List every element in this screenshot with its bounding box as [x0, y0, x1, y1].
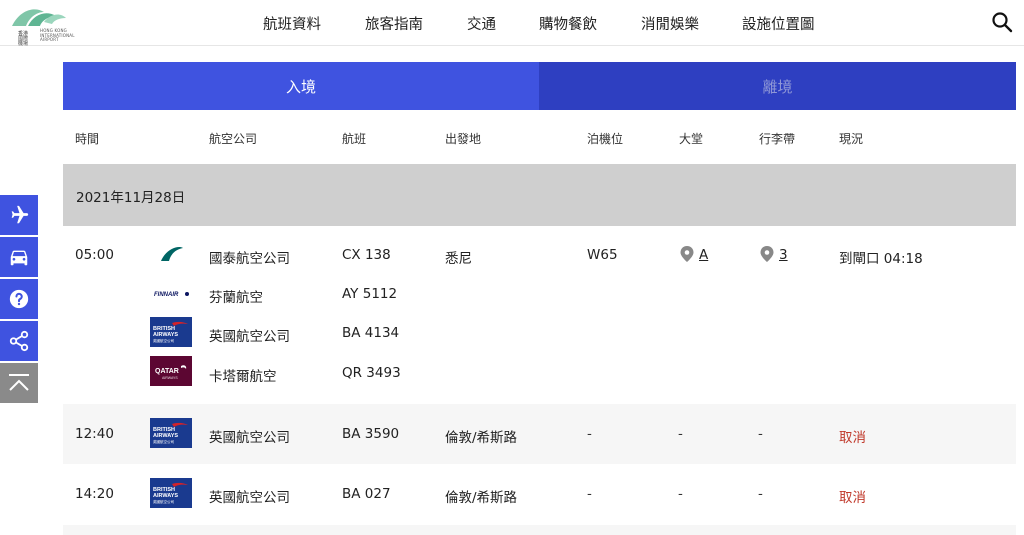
col-header-airline: 航空公司 [209, 132, 258, 146]
british-airways-logo: BRITISH AIRWAYS 英國航空公司 [150, 418, 192, 448]
origin-city: 悉尼 [445, 251, 472, 267]
col-header-belt: 行李帶 [759, 132, 796, 146]
qatar-logo-text-1: QATAR [155, 368, 179, 375]
ba-logo-text-3: 英國航空公司 [153, 338, 174, 343]
origin-city: 倫敦/希斯路 [445, 430, 518, 446]
finnair-logo-text: FINNAIR [154, 292, 179, 298]
flight-status: 取消 [839, 490, 866, 506]
nav-shop-dine[interactable]: 購物餐飲 [539, 13, 597, 34]
ba-logo-text-2: AIRWAYS [153, 493, 178, 499]
flight-time: 12:40 [75, 426, 114, 442]
flight-row[interactable]: 12:40 BRITISH AIRWAYS 英國航空公司 英國航空公司 BA 3… [63, 404, 1016, 464]
flight-status: 到閘口 04:18 [839, 251, 923, 267]
flight-row[interactable]: 14:20 BRITISH AIRWAYS 英國航空公司 英國航空公司 BA 0… [63, 464, 1016, 525]
airline-name: 英國航空公司 [209, 490, 290, 506]
side-toolbar [0, 195, 38, 405]
flight-row[interactable]: 05:00 國泰航空公司 CX 138 FINNAIR 芬蘭航空 AY 5112… [63, 226, 1016, 404]
col-header-origin: 出發地 [445, 132, 482, 146]
tab-departure[interactable]: 離境 [539, 62, 1016, 110]
ba-logo-text-3: 英國航空公司 [153, 439, 174, 444]
back-to-top-icon[interactable] [0, 363, 38, 403]
nav-facility-map[interactable]: 設施位置圖 [742, 13, 815, 34]
arrival-hall-link[interactable]: A [699, 247, 708, 263]
col-header-time: 時間 [75, 132, 100, 146]
plane-icon[interactable] [0, 195, 38, 235]
flight-number[interactable]: CX 138 [342, 247, 391, 263]
nav-passenger-guide[interactable]: 旅客指南 [365, 13, 423, 34]
map-pin-icon[interactable] [760, 246, 774, 262]
main-nav: 航班資料 旅客指南 交通 購物餐飲 消閒娛樂 設施位置圖 [0, 0, 1024, 46]
flight-number[interactable]: BA 027 [342, 486, 391, 502]
origin-city: 倫敦/希斯路 [445, 490, 518, 506]
finnair-logo: FINNAIR [150, 278, 192, 308]
british-airways-logo: BRITISH AIRWAYS 英國航空公司 [150, 317, 192, 347]
baggage-belt: - [758, 426, 763, 442]
site-header: 香港國際機場 HONG KONG INTERNATIONAL AIRPORT 航… [0, 0, 1024, 47]
col-header-flight: 航班 [342, 132, 367, 146]
flight-time: 14:20 [75, 486, 114, 502]
tab-arrival[interactable]: 入境 [63, 62, 539, 110]
ba-logo-text-3: 英國航空公司 [153, 499, 174, 504]
arrival-departure-tabs: 入境 離境 [63, 62, 1016, 110]
flight-number[interactable]: AY 5112 [342, 286, 397, 302]
flight-date: 2021年11月28日 [76, 190, 186, 206]
parking-stand: - [587, 486, 592, 502]
baggage-belt-link[interactable]: 3 [779, 247, 788, 263]
british-airways-logo: BRITISH AIRWAYS 英國航空公司 [150, 478, 192, 508]
airline-name: 國泰航空公司 [209, 251, 290, 267]
baggage-belt: - [758, 486, 763, 502]
share-icon[interactable] [0, 321, 38, 361]
airline-name: 英國航空公司 [209, 329, 290, 345]
nav-flight-info[interactable]: 航班資料 [263, 13, 321, 34]
col-header-hall: 大堂 [679, 132, 704, 146]
next-row-edge [63, 525, 1016, 535]
qatar-logo-text-2: AIRWAYS [162, 376, 178, 380]
flight-time: 05:00 [75, 247, 114, 263]
nav-transport[interactable]: 交通 [467, 13, 496, 34]
ba-logo-text-2: AIRWAYS [153, 332, 178, 338]
map-pin-icon[interactable] [680, 246, 694, 262]
parking-stand: W65 [587, 247, 618, 263]
parking-stand: - [587, 426, 592, 442]
ba-logo-text-2: AIRWAYS [153, 433, 178, 439]
qatar-logo: QATAR AIRWAYS [150, 356, 192, 386]
help-icon[interactable] [0, 279, 38, 319]
col-header-status: 現況 [839, 132, 864, 146]
airline-name: 芬蘭航空 [209, 290, 263, 306]
airline-name: 卡塔爾航空 [209, 369, 277, 385]
flight-status: 取消 [839, 430, 866, 446]
col-header-stand: 泊機位 [587, 132, 624, 146]
taxi-icon[interactable] [0, 237, 38, 277]
search-icon[interactable] [991, 11, 1013, 33]
flight-number[interactable]: QR 3493 [342, 365, 401, 381]
date-band: 2021年11月28日 [63, 164, 1016, 226]
arrival-hall: - [678, 486, 683, 502]
airline-name: 英國航空公司 [209, 430, 290, 446]
nav-leisure[interactable]: 消閒娛樂 [641, 13, 699, 34]
flight-number[interactable]: BA 4134 [342, 325, 399, 341]
flight-number[interactable]: BA 3590 [342, 426, 399, 442]
arrival-hall: - [678, 426, 683, 442]
cathay-logo [150, 239, 192, 269]
